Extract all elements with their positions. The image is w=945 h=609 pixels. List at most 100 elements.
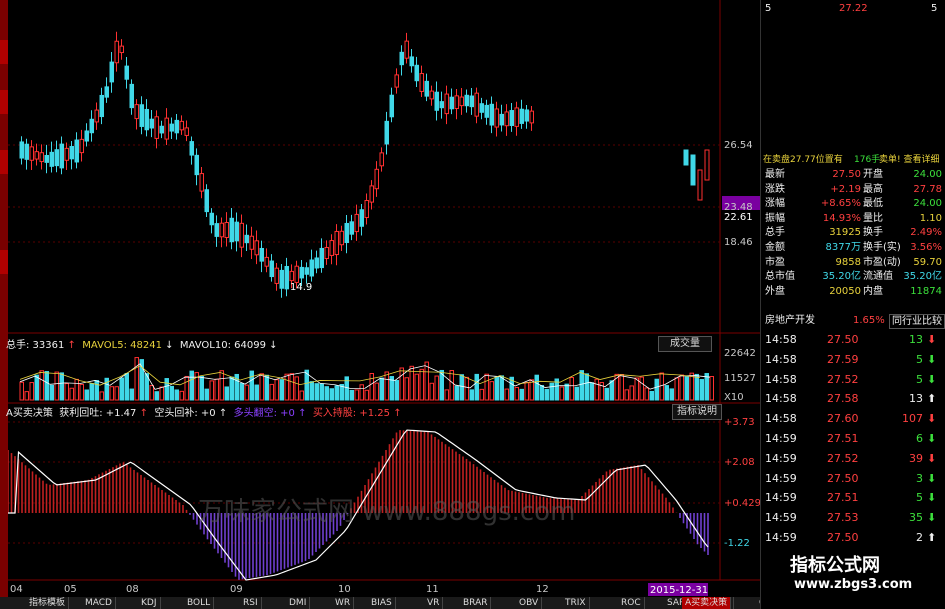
chart-area[interactable]: 26.54 23.48 22.61 18.46 14.9 22642 11527… [0,0,760,609]
candle-body [414,64,419,82]
candle-body [79,138,84,154]
side-tab[interactable] [0,250,8,274]
volume-total: 总手: 33361 [6,340,65,351]
bottom-tab[interactable]: KDJ [138,597,161,609]
sector-compare-button[interactable]: 同行业比较 [889,314,945,329]
bottom-tab[interactable]: MACD [82,597,116,609]
bottom-tab[interactable]: BRAR [460,597,492,609]
candle-body [384,120,389,145]
quote-value: 8377万 [825,242,861,253]
volume-header: 总手: 33361 ↑ MAVOL5: 48241 ↓ MAVOL10: 640… [6,340,278,351]
quote-row: 涨幅 +8.65% 最低 24.00 [761,197,945,210]
chart-svg[interactable]: 26.54 23.48 22.61 18.46 14.9 22642 11527… [8,0,760,609]
volume-bar [464,376,469,401]
volume-button[interactable]: 成交量 [658,336,712,352]
volume-bar [359,384,364,401]
trade-price: 27.52 [827,372,859,386]
quote-row: 外盘 20050 内盘 11874 [761,285,945,298]
bottom-tab[interactable]: VR [424,597,444,609]
volume-bar [349,389,354,401]
candle-body [309,259,314,277]
volume-bar [159,386,164,401]
arrow-down-icon: ⬇ [927,412,937,426]
candle-body [279,269,284,289]
quote-value: 11874 [910,285,942,297]
candle-body [409,56,414,67]
candle-body [169,123,174,132]
quote-row: 振幅 14.93% 量比 1.10 [761,212,945,225]
volume-bar [134,357,139,401]
volume-bar [44,371,49,401]
trade-time: 14:59 [765,432,797,445]
volume-bar [249,370,254,401]
volume-bar [149,385,154,401]
bottom-tab[interactable]: DMI [286,597,311,609]
sell-pending-notice[interactable]: 在卖盘27.77位置有 176手 卖单! 查看详细 [761,154,945,167]
candle-body [139,104,144,127]
quote-label: 换手 [863,227,883,239]
arrow-down-icon: ⬇ [927,471,937,485]
volume-bar [189,370,194,401]
indicator-level-label: +2.08 [724,457,755,468]
volume-bar [204,388,209,401]
candle-body [24,143,29,160]
volume-bar [484,373,489,401]
volume-bar [644,387,649,401]
bottom-tab[interactable]: 指标模板 [26,597,70,609]
candle-body [219,222,224,238]
volume-bar [699,379,704,401]
bottom-tab[interactable]: TRIX [562,597,590,609]
candle-body [489,103,494,126]
date-label: 04 [10,584,23,595]
candle-body [19,141,24,159]
side-tab[interactable] [0,40,8,64]
quote-row: 金额 8377万 换手(实) 3.56% [761,241,945,254]
trade-row: 14:58 27.50 13 ⬇ [761,330,945,349]
volume-bar [449,370,454,401]
quote-label: 振幅 [765,212,785,224]
candle-body [704,149,710,181]
date-label: 12 [536,584,549,595]
volume-bar [589,382,594,401]
active-indicator-tab[interactable]: A买卖决策 [682,597,732,609]
candle-body [444,93,449,115]
volume-bar [604,387,609,401]
candle-body [439,101,444,109]
bottom-tab[interactable]: RSI [240,597,262,609]
candle-body [274,267,279,284]
volume-bar [334,385,339,401]
quote-label: 换手(实) [863,242,901,253]
volume-bar [154,391,159,401]
candle-body [404,40,409,59]
volume-bar [354,389,359,401]
volume-bar [89,383,94,401]
bottom-tab[interactable]: OBV [516,597,543,609]
volume-bar [109,386,114,401]
volume-mavol5: MAVOL5: 48241 [82,340,162,351]
indicator-help-button[interactable]: 指标说明 [672,404,722,420]
quote-label: 市盈(动) [863,256,901,268]
candle-body [469,95,474,108]
low-price-marker: 14.9 [290,282,312,293]
quote-top-right: 5 [931,3,938,14]
volume-bar [54,371,59,401]
bottom-tab[interactable]: ROC [618,597,645,609]
volume-bar [499,375,504,401]
quote-value: 59.70 [913,256,942,268]
candle-body [514,107,519,127]
candle-body [299,266,304,279]
candle-body [394,74,399,88]
bottom-tab[interactable]: BIAS [368,597,396,609]
volume-bar [429,382,434,401]
candle-body [104,86,109,98]
bottom-tab[interactable]: BOLL [184,597,215,609]
indicator-bull: 多头翻空: +0 [233,408,295,419]
price-level-label: 18.46 [724,237,753,248]
quote-panel: 5 27.22 5 在卖盘27.77位置有 176手 卖单! 查看详细 最新 27… [760,0,945,609]
side-tab[interactable] [0,150,8,174]
quote-label: 内盘 [863,285,883,297]
side-tab[interactable] [0,90,8,114]
bottom-tab[interactable]: WR [332,597,355,609]
volume-bar [29,382,34,401]
date-badge: 2015-12-31 [650,585,708,596]
